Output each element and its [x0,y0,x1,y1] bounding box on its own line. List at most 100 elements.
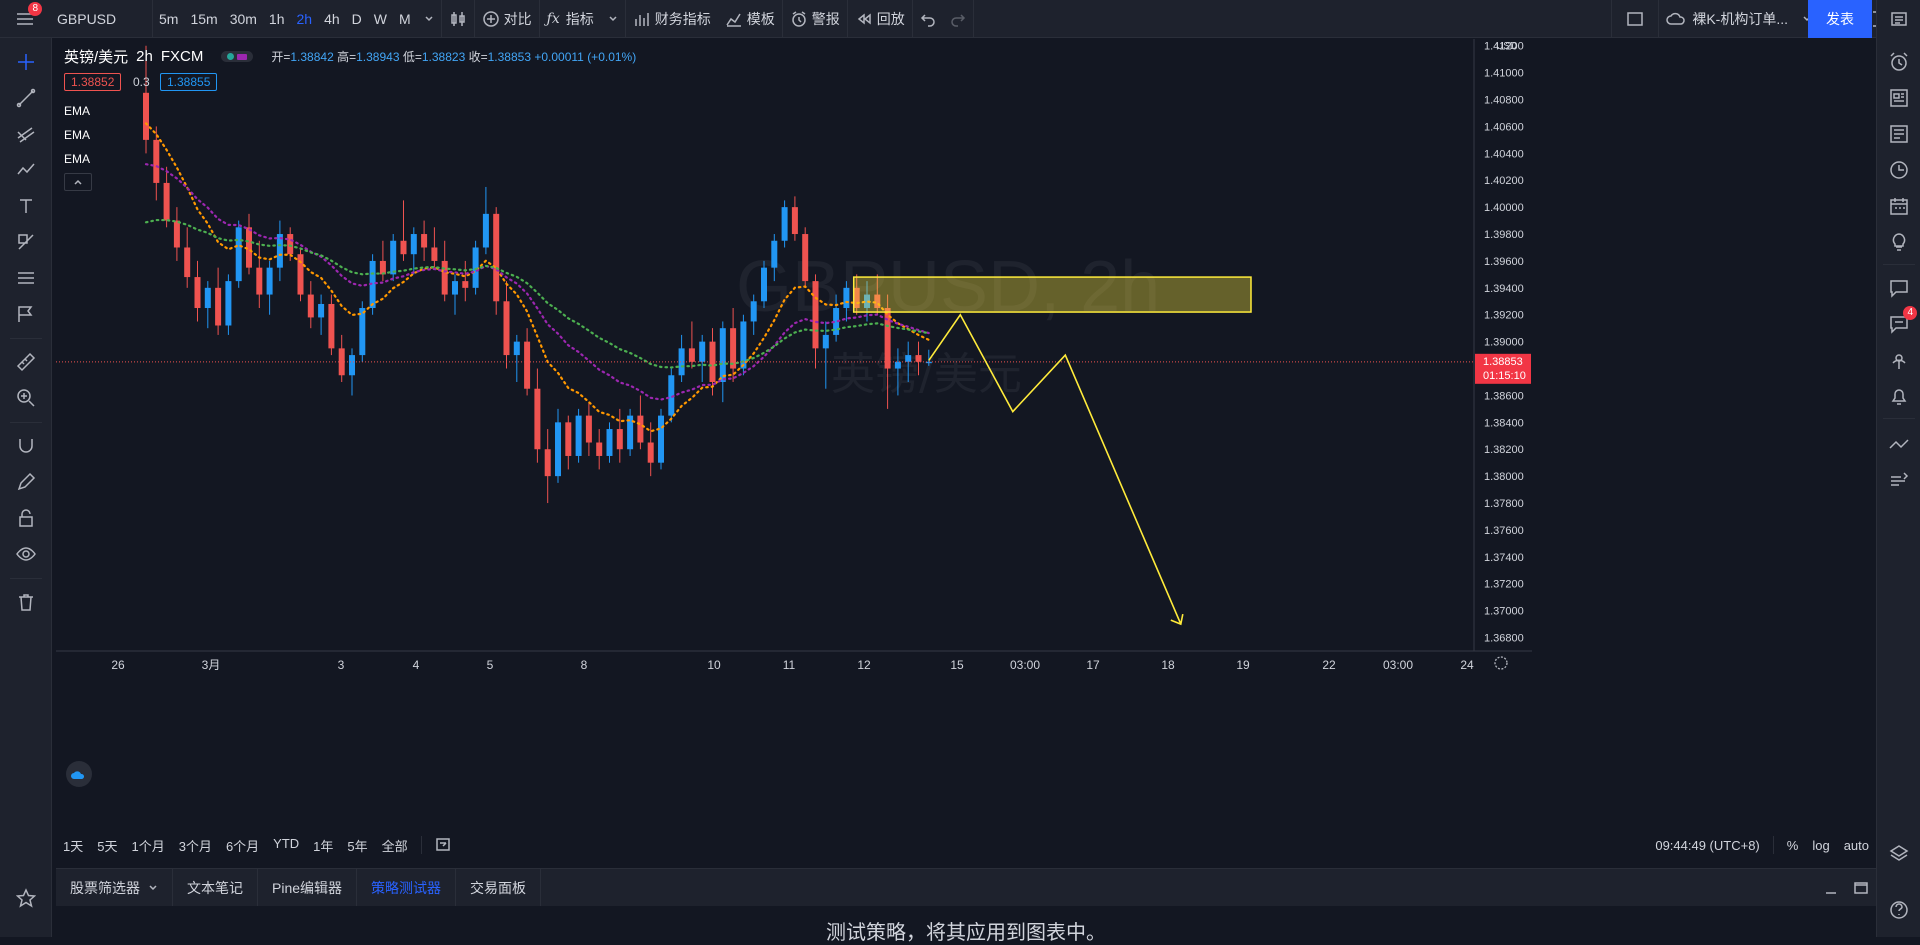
template-icon [726,13,741,27]
ask-price-button[interactable]: 1.38855 [160,73,218,91]
interval-15m[interactable]: 15m [184,0,223,38]
watchlist-toggle-button[interactable] [1876,0,1920,38]
ema-legend-3[interactable]: EMA [64,152,90,166]
interval-d[interactable]: D [346,0,368,38]
icons-tool[interactable] [12,300,40,328]
range-button[interactable]: YTD [266,836,306,855]
replay-label: 回放 [876,10,905,27]
clock-display[interactable]: 09:44:49 (UTC+8) [1648,838,1766,853]
tab-2[interactable]: Pine编辑器 [258,868,358,907]
star-icon [16,888,36,908]
log-scale-toggle[interactable]: log [1805,838,1836,853]
help-button[interactable] [1885,896,1913,924]
depth-button[interactable] [1885,466,1913,494]
compare-button[interactable]: 对比 [475,0,539,38]
ideas-button[interactable] [1885,228,1913,256]
candle-body [235,227,242,282]
redo-button[interactable] [943,0,973,38]
publish-button[interactable]: 发表 [1808,0,1872,38]
alert-button[interactable]: 警报 [783,0,847,38]
price-chart[interactable]: GBPUSD, 2h英镑/美元1.412001.410001.408001.40… [56,39,1876,829]
interval-w[interactable]: W [368,0,393,38]
goto-date-button[interactable] [428,836,460,855]
legend-title: 英镑/美元 [64,49,129,66]
price-tick-label: 1.37000 [1484,606,1524,618]
range-button[interactable]: 5天 [90,836,124,855]
calendar-button[interactable] [1885,192,1913,220]
undo-button[interactable] [913,0,943,38]
market-status-toggle[interactable] [221,51,254,62]
interval-1h[interactable]: 1h [263,0,291,38]
percent-scale-toggle[interactable]: % [1780,838,1806,853]
indicators-label: 指标 [565,10,594,27]
interval-m[interactable]: M [393,0,417,38]
candle-body [822,334,829,349]
measure-lines-tool[interactable] [12,264,40,292]
range-button[interactable]: 1天 [56,836,90,855]
main-menu-button[interactable]: 8 [0,0,50,38]
ema-legend-2[interactable]: EMA [64,128,90,142]
trendline-tool[interactable] [12,84,40,112]
tab-0[interactable]: 股票筛选器 [56,868,173,907]
interval-30m[interactable]: 30m [224,0,263,38]
chats-button[interactable] [1885,274,1913,302]
draw-mode-tool[interactable] [12,468,40,496]
ema-legend-1[interactable]: EMA [64,104,90,118]
layers-button[interactable] [1885,840,1913,868]
interval-dropdown-button[interactable] [417,0,441,38]
range-button[interactable]: 1年 [306,836,340,855]
tradingview-logo[interactable] [66,761,92,787]
maximize-panel-button[interactable] [1846,869,1876,907]
magnet-tool[interactable] [12,432,40,460]
tab-label: Pine编辑器 [272,879,343,896]
trading-button[interactable] [1885,430,1913,458]
tab-3[interactable]: 策略测试器 [357,868,457,907]
pattern-tool[interactable] [12,156,40,184]
templates-button[interactable]: 模板 [718,0,782,38]
streams-button[interactable] [1885,346,1913,374]
crosshair-tool[interactable] [12,48,40,76]
indicators-button[interactable]: ƒx 指标 [540,0,625,38]
data-window-button[interactable] [1885,120,1913,148]
alerts-panel-button[interactable] [1885,48,1913,76]
auto-scale-toggle[interactable]: auto [1837,838,1876,853]
text-tool[interactable] [12,192,40,220]
zoom-tool[interactable] [12,384,40,412]
price-tick-label: 1.36800 [1484,633,1524,645]
hide-drawings-tool[interactable] [12,540,40,568]
lock-tool[interactable] [12,504,40,532]
collapse-legend-button[interactable] [64,173,92,191]
tab-1[interactable]: 文本笔记 [173,868,258,907]
interval-2h[interactable]: 2h [291,0,319,38]
news-button[interactable] [1885,84,1913,112]
price-tick-label: 1.37200 [1484,579,1524,591]
range-button[interactable]: 全部 [375,836,415,855]
private-chats-button[interactable]: 4 [1885,306,1917,338]
ruler-tool[interactable] [12,348,40,376]
replay-button[interactable]: 回放 [848,0,912,38]
remove-drawings-tool[interactable] [12,588,40,616]
range-button[interactable]: 6个月 [219,836,266,855]
range-button[interactable]: 1个月 [124,836,171,855]
tab-4[interactable]: 交易面板 [456,868,542,907]
ruler-icon [16,352,36,372]
layout-name-button[interactable]: 裸K-机构订单... [1659,0,1819,38]
range-button[interactable]: 5年 [340,836,374,855]
minimize-panel-button[interactable] [1816,869,1846,907]
bid-price-button[interactable]: 1.38852 [64,73,122,91]
layout-select-button[interactable] [1612,0,1658,38]
interval-4h[interactable]: 4h [318,0,346,38]
shapes-tool[interactable] [12,228,40,256]
financials-button[interactable]: 财务指标 [626,0,718,38]
hotlist-button[interactable] [1885,156,1913,184]
chart-type-button[interactable] [442,0,474,38]
interval-5m[interactable]: 5m [153,0,184,38]
symbol-search[interactable]: GBPUSD [50,0,152,38]
time-tick-label: 15 [950,658,964,672]
favorites-tool[interactable] [12,884,40,912]
fib-tool[interactable] [12,120,40,148]
notifications-button[interactable] [1885,382,1913,410]
axis-settings-icon[interactable] [1494,656,1508,670]
range-button[interactable]: 3个月 [172,836,219,855]
time-tick-label: 11 [783,658,796,672]
